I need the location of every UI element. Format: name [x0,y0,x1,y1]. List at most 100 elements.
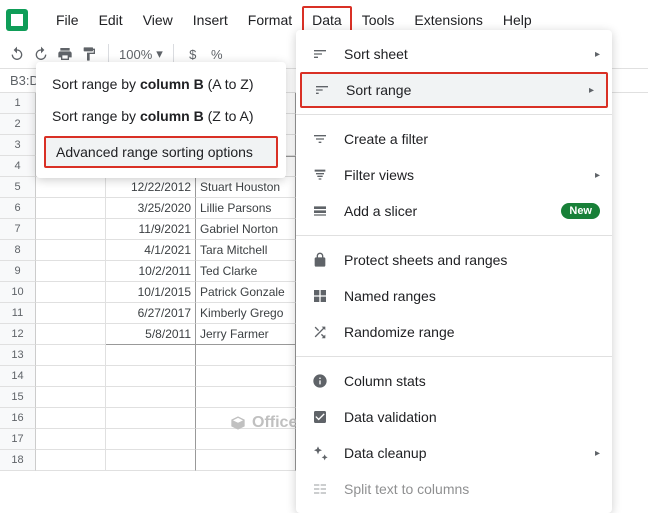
cell-date[interactable]: 10/2/2011 [106,261,196,282]
row-header[interactable]: 7 [0,219,36,240]
cell[interactable] [36,261,106,282]
cell[interactable] [36,345,106,366]
sort-sheet-item[interactable]: Sort sheet▸ [296,36,612,72]
row-header[interactable]: 17 [0,429,36,450]
cell[interactable] [36,324,106,345]
menu-edit[interactable]: Edit [89,6,133,34]
row-header[interactable]: 11 [0,303,36,324]
cell-name[interactable] [196,387,296,408]
menu-format[interactable]: Format [238,6,302,34]
percent-icon[interactable]: % [208,45,226,63]
row-header[interactable]: 5 [0,177,36,198]
filter-icon [310,129,330,149]
cell-name[interactable]: Ted Clarke [196,261,296,282]
print-icon[interactable] [56,45,74,63]
cell-name[interactable] [196,450,296,471]
cell[interactable] [36,366,106,387]
sheets-logo [6,9,28,31]
cell-date[interactable] [106,429,196,450]
cell[interactable] [36,198,106,219]
cell[interactable] [36,282,106,303]
filter-views-icon [310,165,330,185]
cell-name[interactable] [196,345,296,366]
cell-date[interactable]: 12/22/2012 [106,177,196,198]
column-stats-item[interactable]: Column stats [296,363,612,399]
sort-range-z-a[interactable]: Sort range by column B (Z to A) [36,100,286,132]
row-header[interactable]: 8 [0,240,36,261]
undo-icon[interactable] [8,45,26,63]
row-header[interactable]: 2 [0,114,36,135]
data-cleanup-item[interactable]: Data cleanup▸ [296,435,612,471]
row-header[interactable]: 12 [0,324,36,345]
cell[interactable] [36,240,106,261]
cell-name[interactable]: Stuart Houston [196,177,296,198]
row-header[interactable]: 16 [0,408,36,429]
filter-views-item[interactable]: Filter views▸ [296,157,612,193]
cell-date[interactable] [106,345,196,366]
cell-date[interactable]: 4/1/2021 [106,240,196,261]
data-validation-item[interactable]: Data validation [296,399,612,435]
row-header[interactable]: 18 [0,450,36,471]
cell-date[interactable]: 11/9/2021 [106,219,196,240]
protect-sheets-item[interactable]: Protect sheets and ranges [296,242,612,278]
named-ranges-item[interactable]: Named ranges [296,278,612,314]
cell-name[interactable]: Kimberly Grego [196,303,296,324]
cell-name[interactable]: Gabriel Norton [196,219,296,240]
cell-date[interactable]: 10/1/2015 [106,282,196,303]
sort-sheet-icon [310,44,330,64]
redo-icon[interactable] [32,45,50,63]
chevron-right-icon: ▸ [595,170,600,181]
zoom-selector[interactable]: 100%▾ [119,46,163,62]
row-header[interactable]: 6 [0,198,36,219]
row-header[interactable]: 1 [0,93,36,114]
slicer-icon [310,201,330,221]
sort-range-item[interactable]: Sort range▸ [300,72,608,108]
cell[interactable] [36,429,106,450]
chevron-right-icon: ▸ [589,85,594,96]
cell-date[interactable] [106,366,196,387]
menu-file[interactable]: File [46,6,89,34]
sort-range-submenu: Sort range by column B (A to Z) Sort ran… [36,62,286,178]
stats-icon [310,371,330,391]
currency-icon[interactable]: $ [184,45,202,63]
cell-name[interactable]: Patrick Gonzale [196,282,296,303]
cell-date[interactable] [106,450,196,471]
cell-name[interactable]: Jerry Farmer [196,324,296,345]
row-header[interactable]: 14 [0,366,36,387]
sort-range-icon [312,80,332,100]
cell-date[interactable] [106,387,196,408]
validation-icon [310,407,330,427]
cell[interactable] [36,303,106,324]
cell-name[interactable]: Lillie Parsons [196,198,296,219]
add-slicer-item[interactable]: Add a slicerNew [296,193,612,229]
sort-range-a-z[interactable]: Sort range by column B (A to Z) [36,68,286,100]
randomize-range-item[interactable]: Randomize range [296,314,612,350]
cell-date[interactable]: 6/27/2017 [106,303,196,324]
shuffle-icon [310,322,330,342]
cell[interactable] [36,177,106,198]
chevron-right-icon: ▸ [595,49,600,60]
row-header[interactable]: 13 [0,345,36,366]
cell-date[interactable]: 3/25/2020 [106,198,196,219]
row-header[interactable]: 10 [0,282,36,303]
paint-format-icon[interactable] [80,45,98,63]
row-header[interactable]: 15 [0,387,36,408]
advanced-sorting-options[interactable]: Advanced range sorting options [44,136,278,168]
cell[interactable] [36,219,106,240]
cell-name[interactable] [196,366,296,387]
menu-view[interactable]: View [133,6,183,34]
split-icon [310,479,330,499]
row-header[interactable]: 4 [0,156,36,177]
cell-name[interactable] [196,429,296,450]
cell[interactable] [36,387,106,408]
cell-date[interactable]: 5/8/2011 [106,324,196,345]
row-header[interactable]: 9 [0,261,36,282]
create-filter-item[interactable]: Create a filter [296,121,612,157]
cell[interactable] [36,408,106,429]
menu-insert[interactable]: Insert [183,6,238,34]
chevron-down-icon: ▾ [156,46,163,62]
row-header[interactable]: 3 [0,135,36,156]
cell-date[interactable] [106,408,196,429]
cell[interactable] [36,450,106,471]
cell-name[interactable]: Tara Mitchell [196,240,296,261]
